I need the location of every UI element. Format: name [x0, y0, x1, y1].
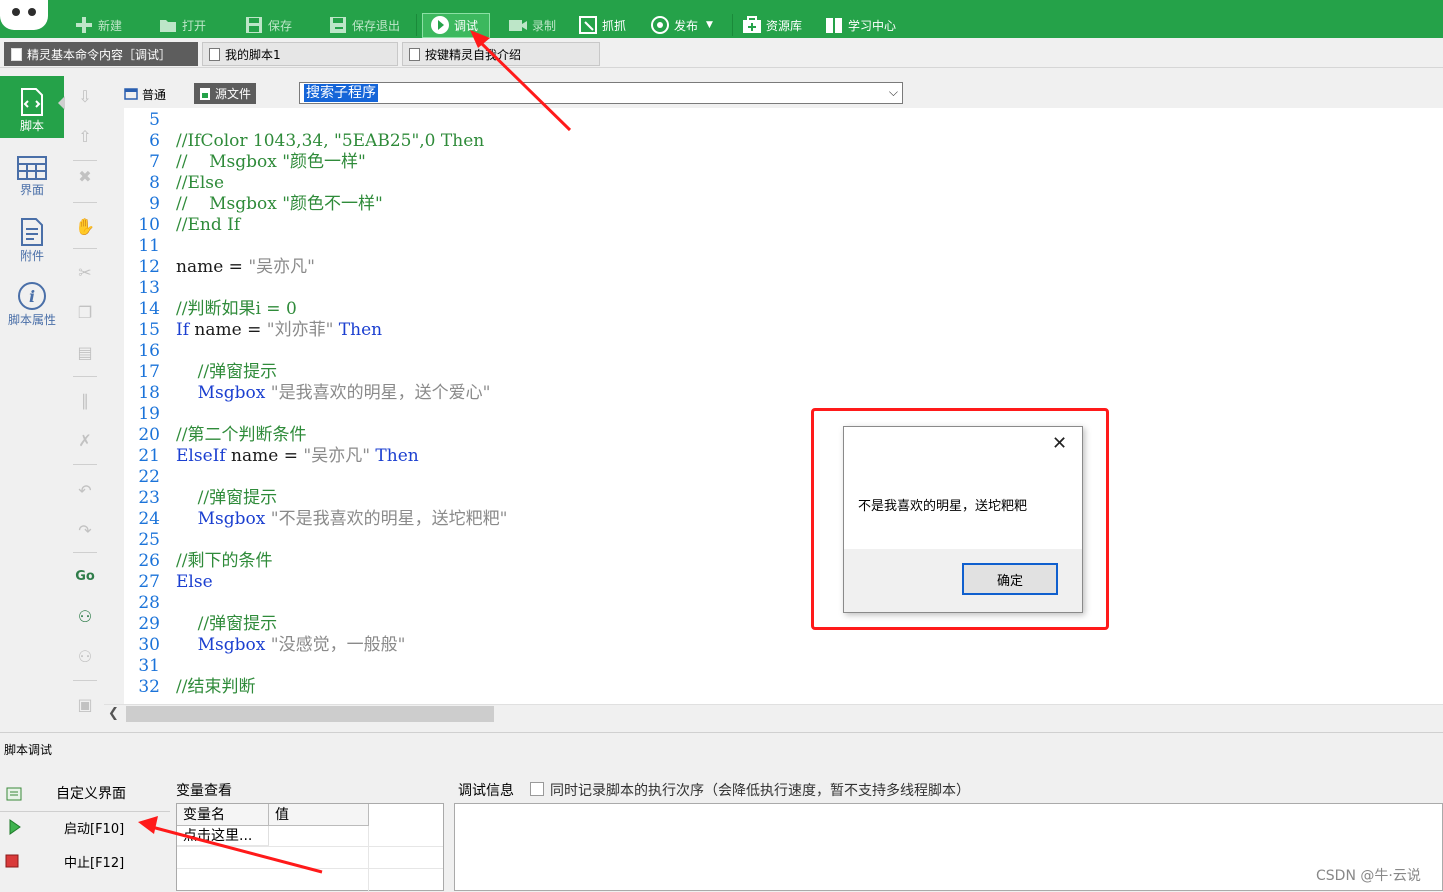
arrow-annotations [138, 30, 572, 874]
arrow-head-start [138, 816, 158, 834]
arrow-to-start [147, 824, 323, 874]
arrow-to-debug [474, 36, 572, 132]
arrow-head-debug [470, 30, 490, 48]
